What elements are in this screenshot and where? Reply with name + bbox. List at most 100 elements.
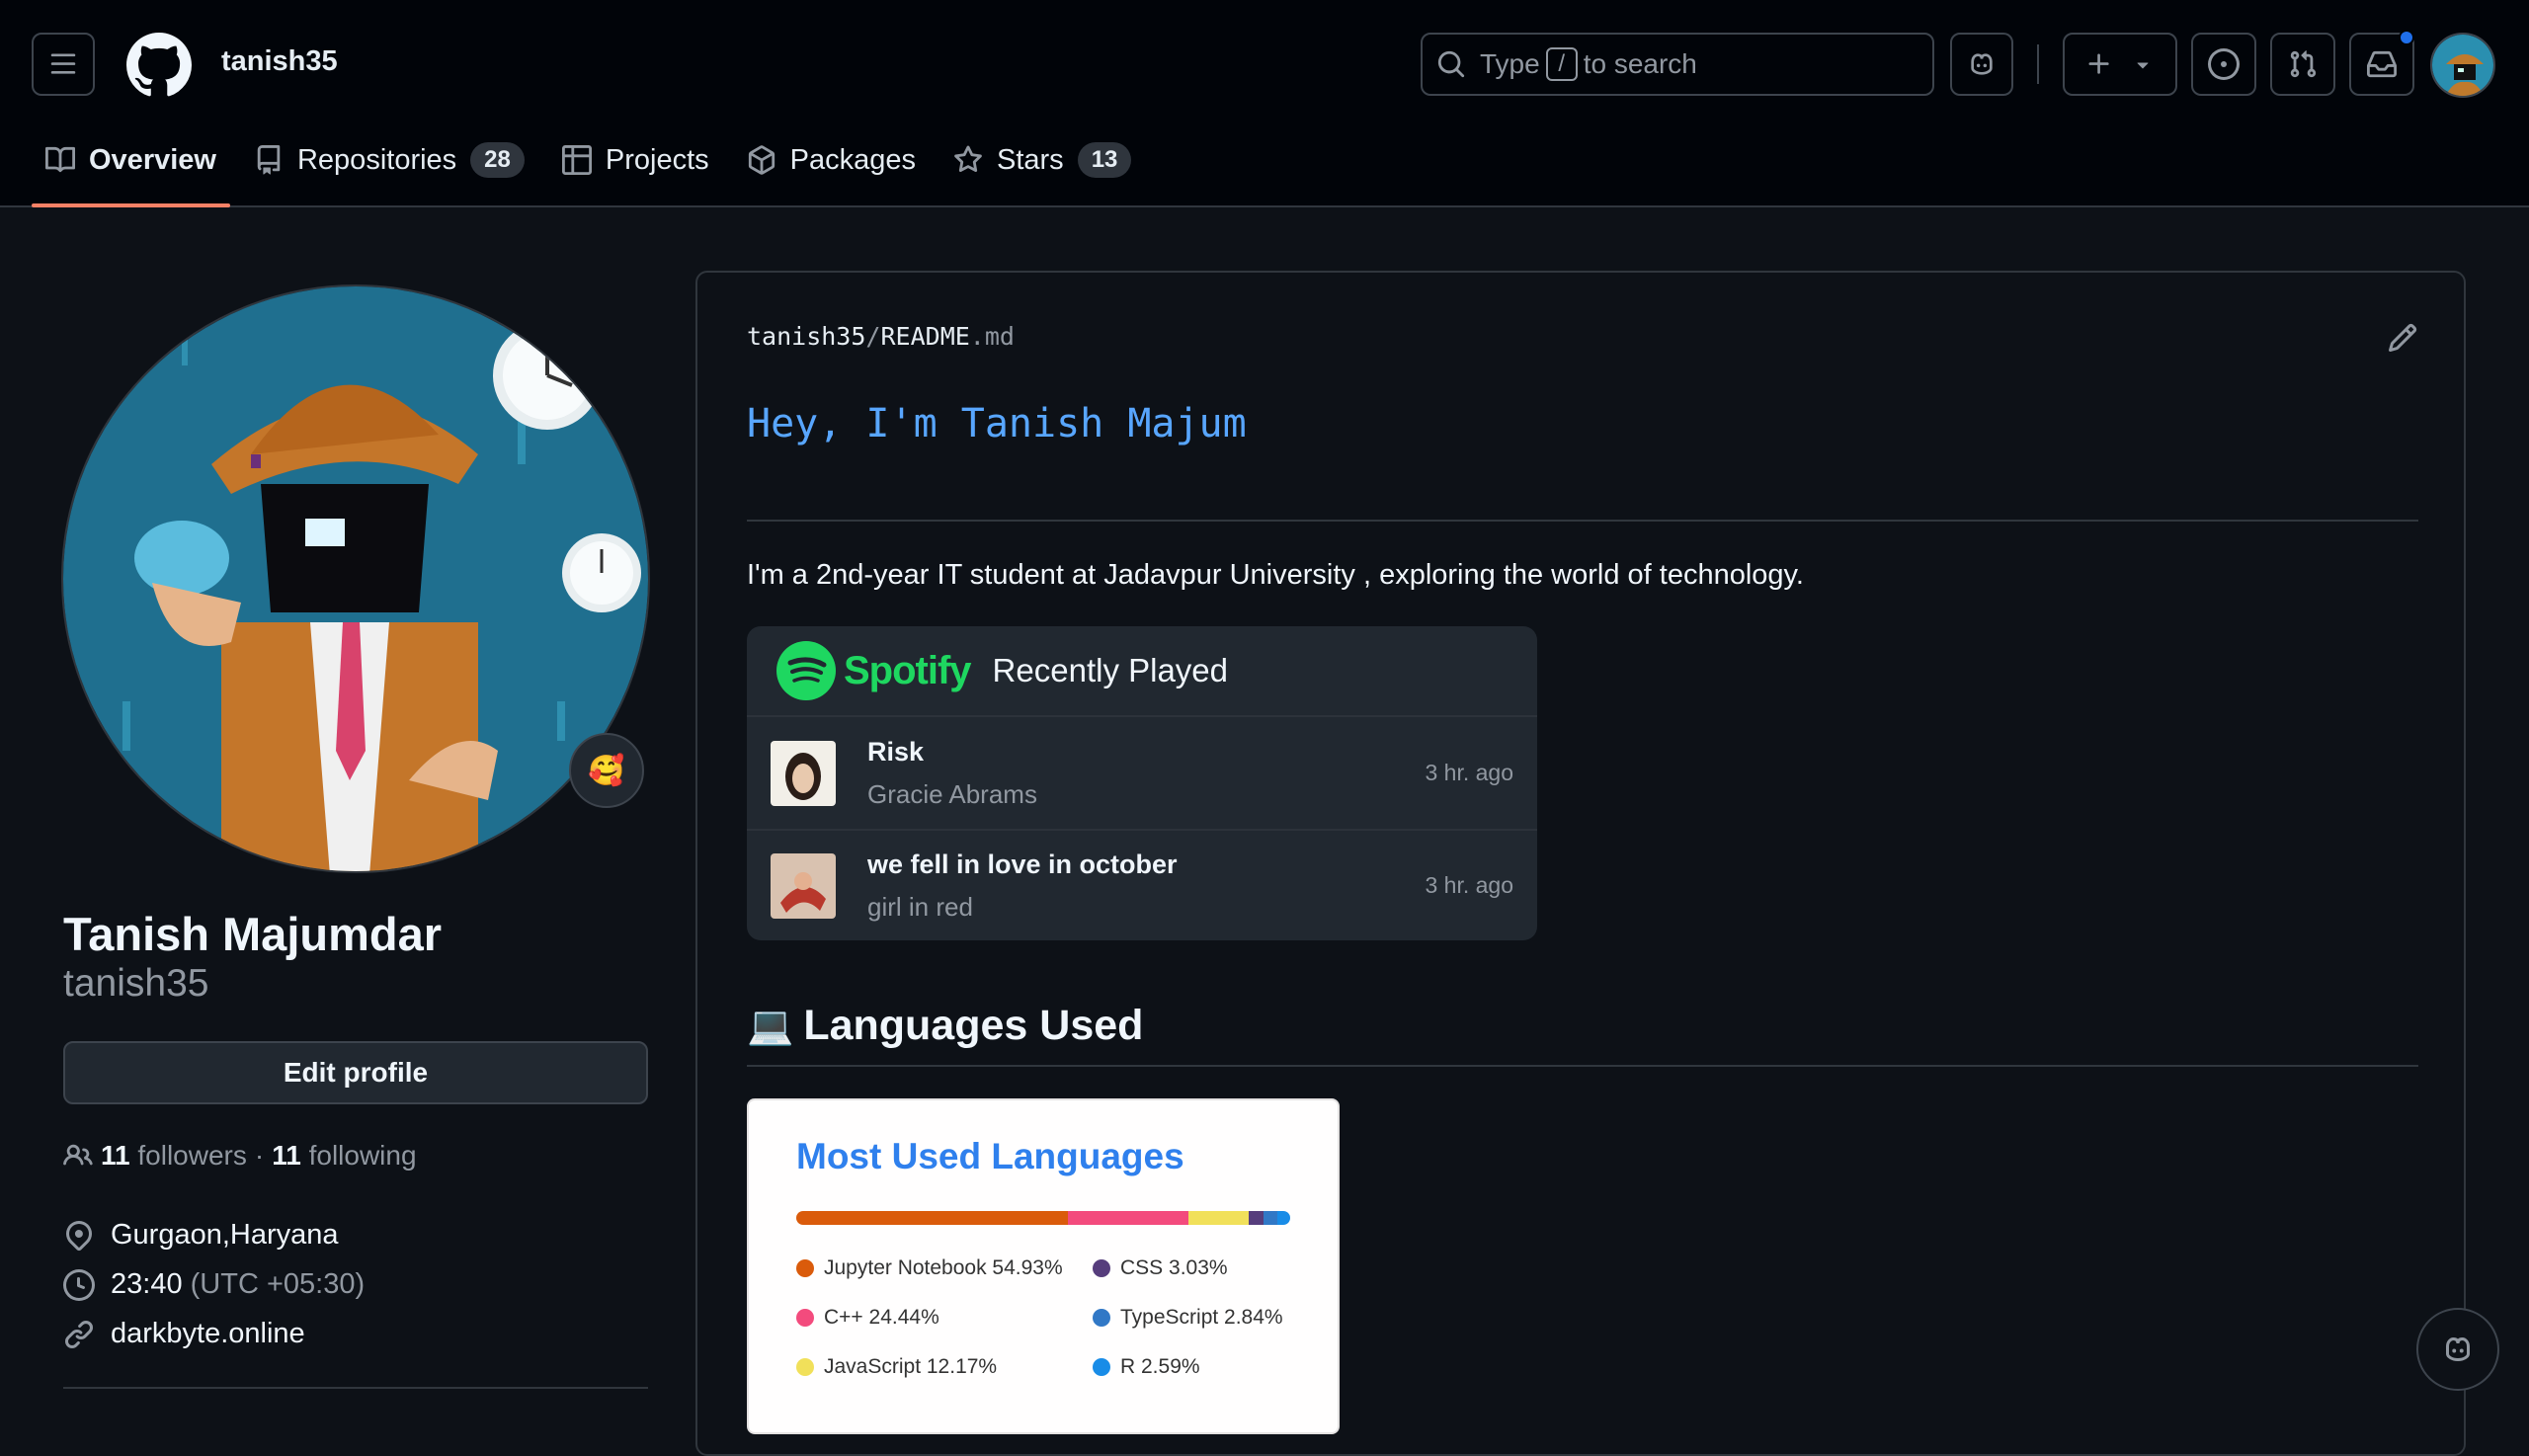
tab-repositories-label: Repositories — [296, 143, 457, 176]
readme-owner-link[interactable]: tanish35 — [747, 322, 865, 351]
global-header: tanish35 Type / to search Overview Repos… — [0, 0, 2529, 207]
tab-stars[interactable]: Stars 13 — [938, 128, 1147, 192]
album-cover-icon — [771, 740, 836, 806]
tab-overview-label: Overview — [89, 143, 216, 176]
copilot-chat-button[interactable] — [2416, 1308, 2499, 1391]
tab-projects[interactable]: Projects — [546, 128, 725, 192]
language-bar-segment — [1277, 1211, 1290, 1225]
profile-avatar-image-icon — [63, 286, 648, 871]
follow-separator: · — [254, 1140, 265, 1171]
track-played-time: 3 hr. ago — [1425, 872, 1513, 898]
following-link[interactable]: 11 following — [272, 1140, 416, 1172]
readme-file-ext: .md — [969, 322, 1015, 351]
language-label: Jupyter Notebook 54.93% — [824, 1256, 1063, 1279]
copilot-button[interactable] — [1950, 33, 2013, 96]
language-color-dot — [1093, 1259, 1110, 1277]
track-title: we fell in love in october — [867, 849, 1178, 879]
pencil-icon[interactable] — [2387, 322, 2418, 354]
album-art — [771, 740, 836, 806]
star-icon — [954, 145, 982, 173]
language-legend-item: R 2.59% — [1093, 1355, 1200, 1379]
top-languages-card[interactable]: Most Used Languages Jupyter Notebook 54.… — [747, 1098, 1340, 1434]
tab-overview[interactable]: Overview — [30, 128, 232, 207]
profile-login: tanish35 — [63, 962, 209, 1005]
tab-repositories[interactable]: Repositories 28 — [238, 128, 540, 192]
search-input[interactable]: Type / to search — [1421, 33, 1934, 96]
album-art — [771, 852, 836, 919]
followers-count: 11 — [101, 1140, 130, 1171]
readme-intro: I'm a 2nd-year IT student at Jadavpur Un… — [747, 559, 1804, 591]
create-new-button[interactable] — [2063, 33, 2177, 96]
language-color-dot — [796, 1259, 814, 1277]
language-bar-segment — [1248, 1211, 1264, 1225]
language-legend-item: Jupyter Notebook 54.93% — [796, 1256, 1063, 1280]
track-artist: girl in red — [867, 891, 973, 922]
issues-button[interactable] — [2191, 33, 2256, 96]
link-icon — [64, 1320, 94, 1348]
triangle-down-icon — [2137, 62, 2149, 69]
language-label: C++ 24.44% — [824, 1306, 939, 1329]
website-link[interactable]: darkbyte.online — [111, 1318, 305, 1350]
languages-card-title: Most Used Languages — [796, 1136, 1184, 1176]
laptop-icon: 💻 — [747, 1005, 794, 1047]
tab-projects-label: Projects — [605, 143, 709, 176]
copilot-icon — [2446, 1336, 2470, 1362]
following-count: 11 — [272, 1140, 301, 1171]
language-color-dot — [1093, 1358, 1110, 1376]
git-pull-request-icon — [2290, 50, 2317, 78]
header-divider — [2037, 44, 2039, 84]
local-time-row: 23:40 (UTC +05:30) — [63, 1268, 365, 1301]
language-label: CSS 3.03% — [1120, 1256, 1228, 1279]
track-title: Risk — [867, 736, 925, 767]
menu-button[interactable] — [32, 33, 95, 96]
language-color-dot — [1093, 1309, 1110, 1327]
followers-link[interactable]: 11 followers — [101, 1140, 247, 1172]
repo-icon — [257, 145, 281, 175]
spotify-logo: Spotify — [776, 641, 972, 700]
notification-indicator — [2399, 30, 2414, 45]
language-bar-segment — [796, 1211, 1068, 1225]
github-logo-icon[interactable] — [126, 33, 192, 98]
languages-heading: 💻 Languages Used — [747, 1002, 1143, 1050]
readme-heading: Hey, I'm Tanish Majum — [747, 401, 1247, 446]
readme-file-name: README — [880, 322, 970, 351]
language-legend-item: C++ 24.44% — [796, 1306, 939, 1330]
language-label: JavaScript 12.17% — [824, 1355, 998, 1378]
readme-file-link[interactable]: README.md — [880, 322, 1014, 351]
spotify-wordmark: Spotify — [844, 648, 972, 692]
track-row[interactable]: we fell in love in october girl in red 3… — [747, 829, 1537, 940]
book-icon — [45, 146, 75, 173]
location-icon — [65, 1220, 93, 1251]
pull-requests-button[interactable] — [2270, 33, 2335, 96]
location-row: Gurgaon,Haryana — [63, 1219, 339, 1252]
spotify-widget[interactable]: Spotify Recently Played Risk Gracie Abra… — [747, 626, 1537, 940]
edit-profile-button[interactable]: Edit profile — [63, 1041, 648, 1104]
readme-divider — [747, 520, 2418, 522]
language-bar-segment — [1067, 1211, 1188, 1225]
album-cover-icon — [771, 852, 836, 919]
plus-icon — [2088, 53, 2109, 74]
tab-packages[interactable]: Packages — [731, 128, 932, 192]
repositories-count: 28 — [470, 142, 525, 178]
profile-full-name: Tanish Majumdar — [63, 908, 443, 960]
track-row[interactable]: Risk Gracie Abrams 3 hr. ago — [747, 717, 1537, 829]
avatar-image-icon — [2432, 35, 2493, 96]
website-row: darkbyte.online — [63, 1318, 305, 1350]
tab-packages-label: Packages — [789, 143, 916, 176]
readme-card: tanish35/README.md Hey, I'm Tanish Majum… — [695, 271, 2466, 1456]
inbox-icon — [2367, 50, 2397, 78]
search-suffix: to search — [1583, 48, 1697, 79]
search-prefix: Type — [1480, 48, 1540, 79]
path-separator: / — [865, 322, 881, 351]
tab-stars-label: Stars — [997, 143, 1064, 176]
header-username[interactable]: tanish35 — [221, 45, 338, 78]
spotify-header: Spotify Recently Played — [747, 626, 1537, 717]
language-legend-item: CSS 3.03% — [1093, 1256, 1228, 1280]
user-avatar[interactable] — [2430, 33, 2495, 98]
spotify-icon — [776, 641, 836, 700]
people-icon — [63, 1144, 93, 1166]
profile-avatar[interactable] — [61, 284, 650, 873]
location-text: Gurgaon,Haryana — [111, 1219, 339, 1251]
language-color-dot — [796, 1309, 814, 1327]
status-emoji-button[interactable]: 🥰 — [569, 733, 644, 808]
